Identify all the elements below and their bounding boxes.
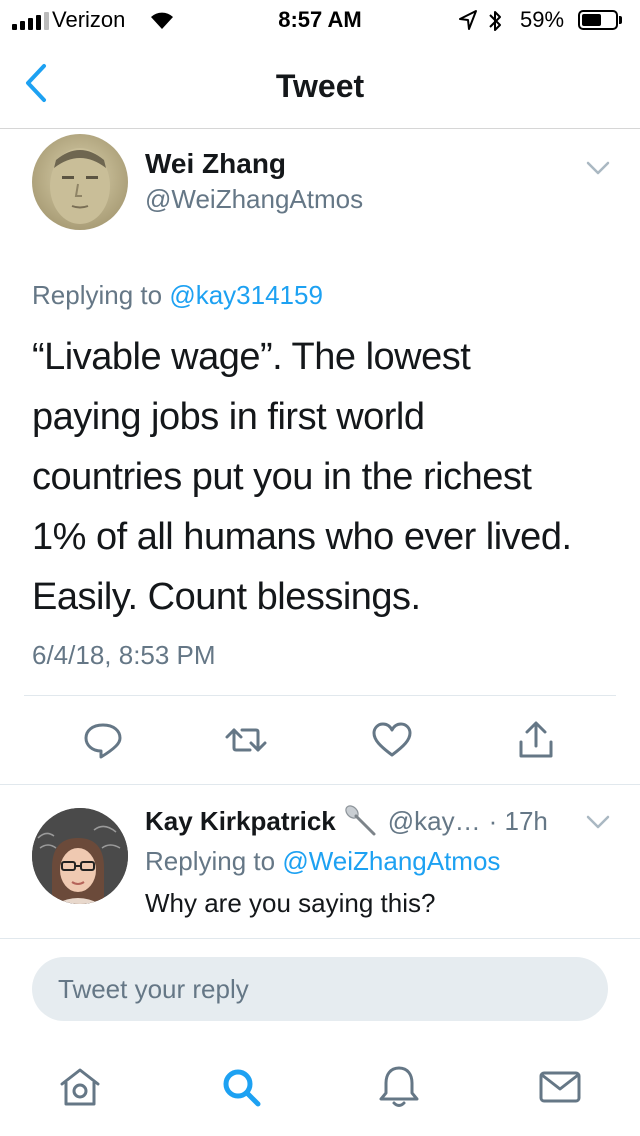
author-avatar[interactable]	[32, 134, 128, 230]
page-title: Tweet	[275, 68, 365, 104]
tweet-text: “Livable wage”. The lowest paying jobs i…	[32, 327, 612, 627]
replying-to-prefix: Replying to	[145, 846, 276, 876]
reply-timestamp: · 17h	[488, 805, 548, 836]
bluetooth-icon	[486, 9, 504, 39]
spoon-icon	[344, 804, 378, 838]
retweet-icon[interactable]	[222, 718, 270, 762]
reply-author-name[interactable]: Kay Kirkpatrick	[145, 806, 336, 837]
replying-to-mention[interactable]: @kay314159	[169, 280, 323, 310]
battery-percentage: 59%	[520, 7, 565, 32]
share-icon[interactable]	[512, 718, 560, 762]
reply-input-placeholder: Tweet your reply	[58, 973, 249, 1004]
reply-header: Kay Kirkpatrick @kay… · 17h	[145, 804, 548, 838]
tweet-text-line: countries put you in the richest	[32, 456, 532, 498]
author-name[interactable]: Wei Zhang	[145, 148, 286, 180]
home-icon[interactable]	[52, 1062, 108, 1112]
chevron-down-icon[interactable]	[586, 160, 610, 181]
tweet-text-line: “Livable wage”. The lowest	[32, 336, 471, 378]
reply-replying-to-line: Replying to @WeiZhangAtmos	[145, 846, 500, 877]
reply-input[interactable]: Tweet your reply	[32, 957, 608, 1021]
status-bar: Verizon 8:57 AM 59%	[0, 0, 640, 40]
reply-text: Why are you saying this?	[145, 888, 436, 918]
battery-level	[582, 14, 601, 26]
tweet-timestamp: 6/4/18, 8:53 PM	[32, 640, 216, 670]
tweet-text-line: Easily. Count blessings.	[32, 576, 421, 618]
replying-to-prefix: Replying to	[32, 280, 163, 310]
messages-icon[interactable]	[532, 1062, 588, 1112]
divider	[0, 938, 640, 939]
reply-author-avatar[interactable]	[32, 808, 128, 904]
search-icon[interactable]	[213, 1062, 269, 1112]
tweet-text-line: 1% of all humans who ever lived.	[32, 516, 572, 558]
divider	[24, 695, 616, 696]
replying-to-mention[interactable]: @WeiZhangAtmos	[282, 846, 500, 876]
chevron-down-icon[interactable]	[586, 814, 610, 835]
battery-icon	[578, 10, 618, 30]
author-handle[interactable]: @WeiZhangAtmos	[145, 184, 363, 215]
navigation-bar: Tweet	[0, 40, 640, 129]
replying-to-line: Replying to @kay314159	[32, 280, 323, 311]
notifications-icon[interactable]	[371, 1062, 427, 1112]
reply-author-handle[interactable]: @kay…	[388, 806, 481, 837]
location-icon	[458, 9, 478, 37]
divider	[0, 784, 640, 785]
battery-tip	[619, 16, 622, 24]
like-icon[interactable]	[368, 718, 416, 762]
reply-icon[interactable]	[79, 718, 127, 762]
tweet-text-line: paying jobs in first world	[32, 396, 425, 438]
